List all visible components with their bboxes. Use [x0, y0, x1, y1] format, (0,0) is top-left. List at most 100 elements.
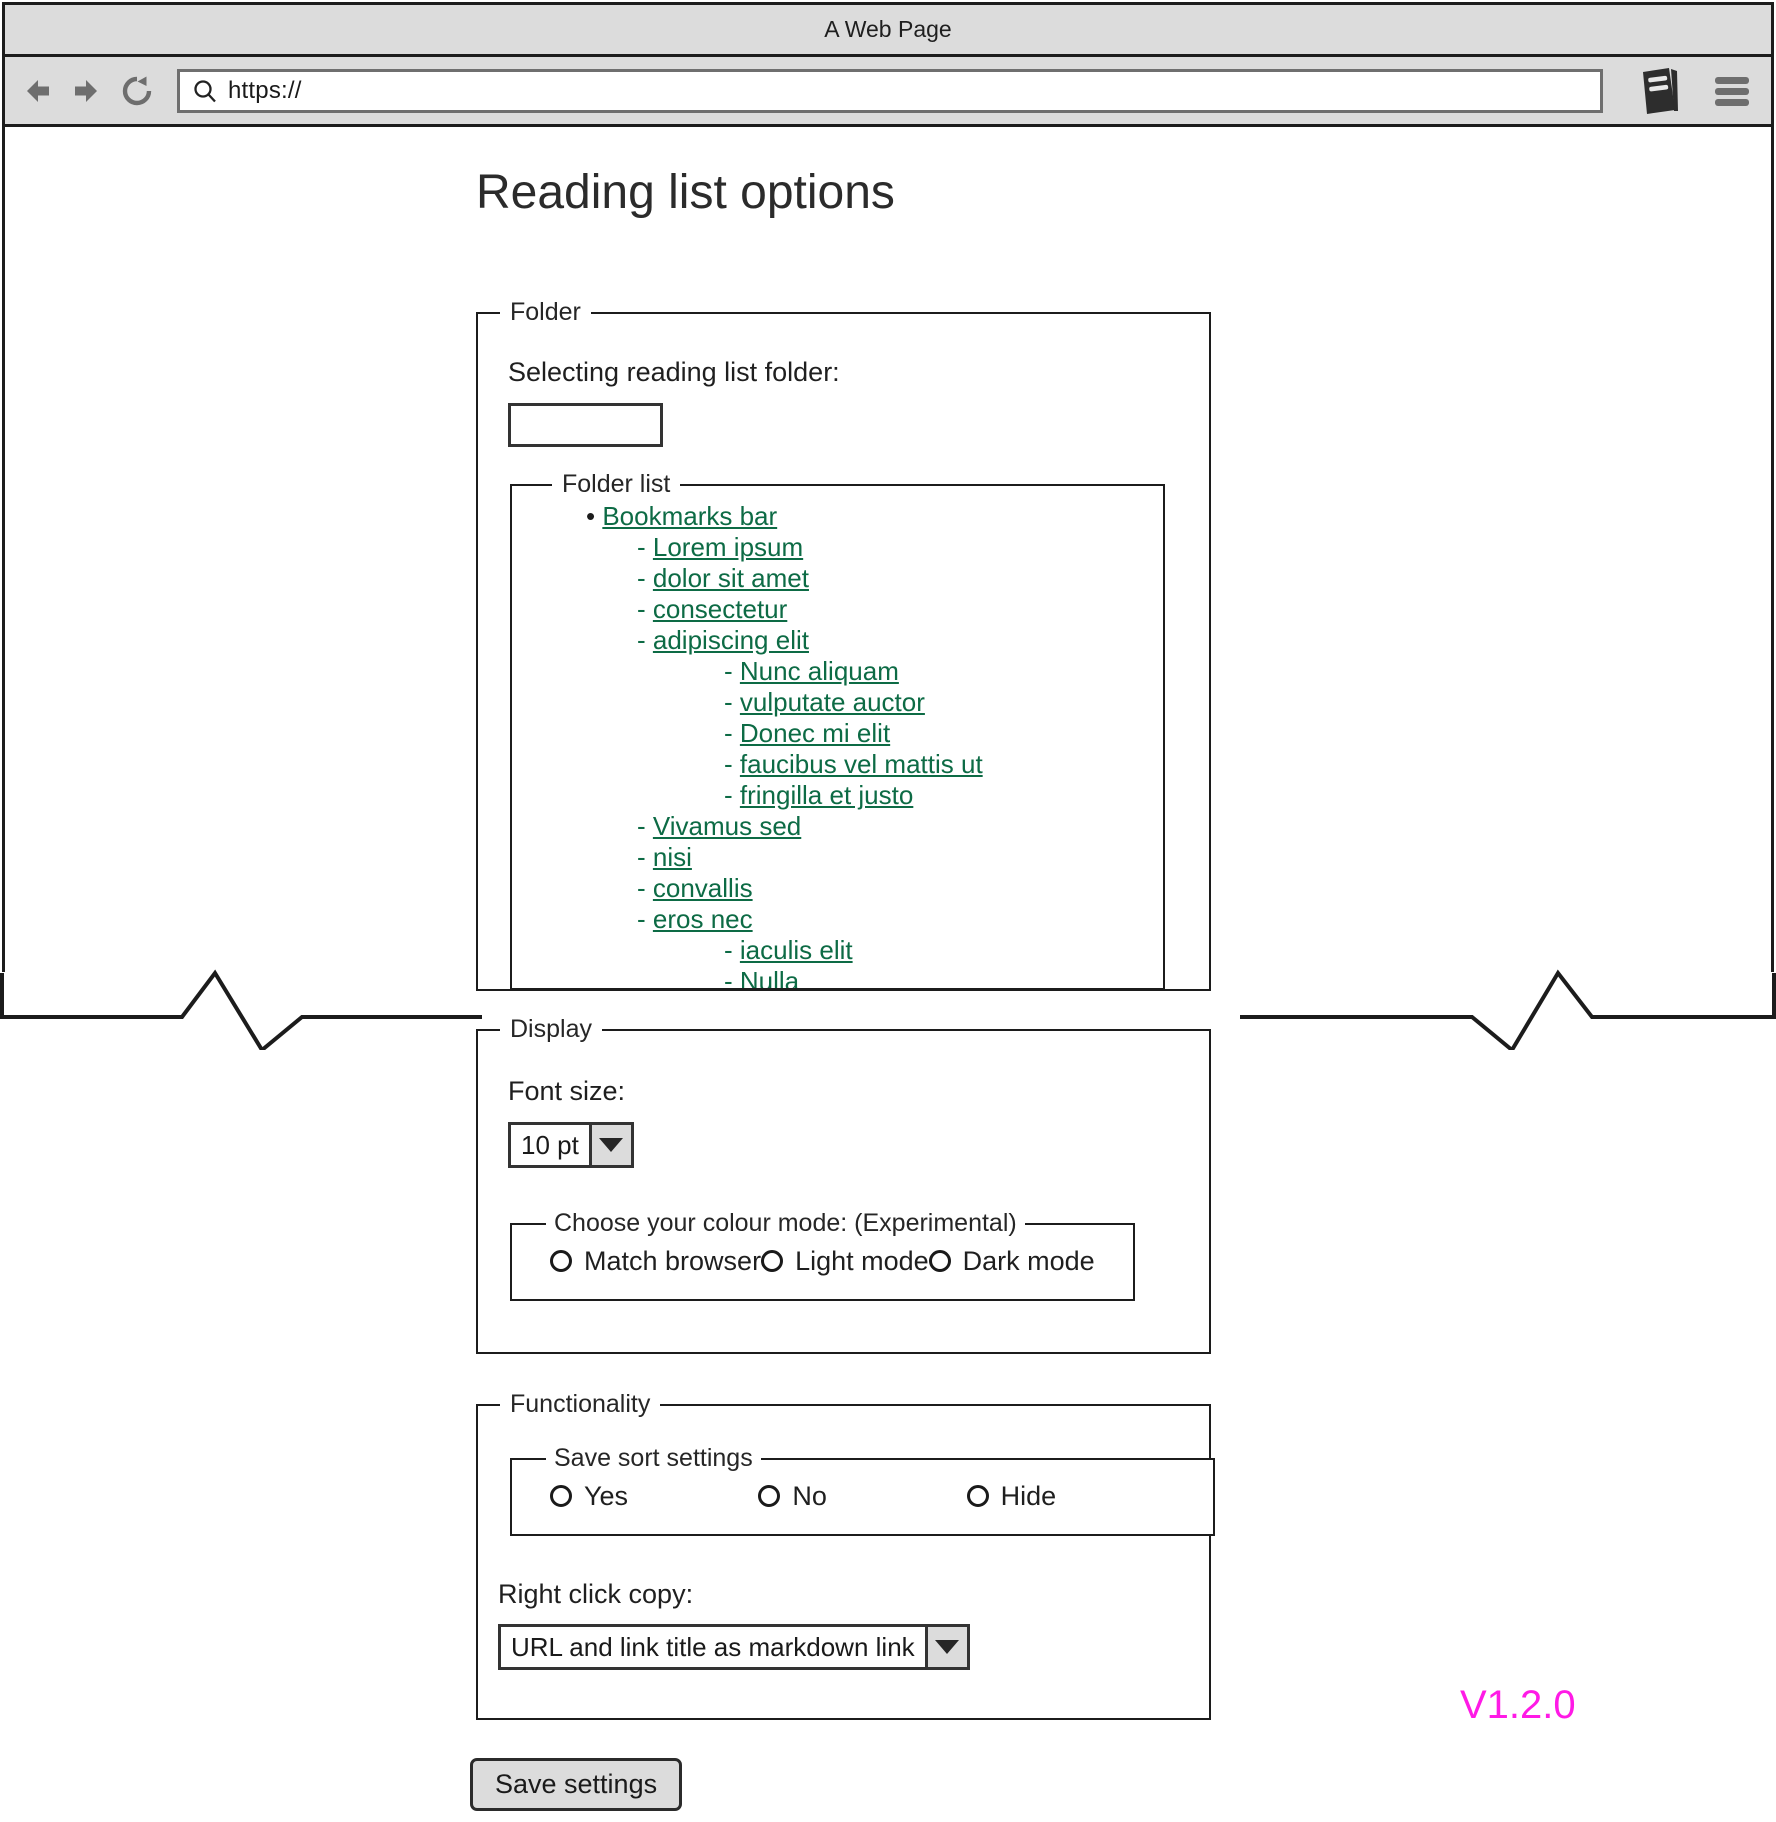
- folder-tree-marker: -: [724, 779, 740, 810]
- folder-tree-marker: -: [637, 562, 653, 593]
- folder-tree-marker: -: [637, 903, 653, 934]
- folder-tree-link[interactable]: Nulla: [740, 966, 799, 988]
- radio-option[interactable]: Dark mode: [928, 1245, 1095, 1277]
- page-title: Reading list options: [476, 166, 895, 219]
- radio-circle-icon[interactable]: [758, 1485, 781, 1508]
- folder-tree-link[interactable]: faucibus vel mattis ut: [740, 749, 983, 779]
- radio-option[interactable]: Hide: [966, 1480, 1175, 1512]
- folder-tree-item: - eros nec: [524, 904, 1151, 935]
- folder-tree-marker: -: [724, 686, 740, 717]
- radio-option[interactable]: No: [758, 1481, 966, 1512]
- folder-tree-marker: -: [724, 934, 740, 965]
- radio-option[interactable]: Light mode: [761, 1246, 929, 1277]
- folder-tree-link[interactable]: adipiscing elit: [653, 625, 809, 655]
- folder-tree-item: - fringilla et justo: [524, 780, 1151, 811]
- chevron-down-icon[interactable]: [588, 1125, 631, 1165]
- folder-tree-marker: -: [637, 531, 653, 562]
- radio-option-label: Dark mode: [962, 1245, 1095, 1276]
- radio-option[interactable]: Match browser: [550, 1246, 761, 1277]
- folder-tree-item: - nisi: [524, 842, 1151, 873]
- folder-tree-link[interactable]: eros nec: [653, 904, 753, 934]
- folder-tree-link[interactable]: Bookmarks bar: [602, 501, 777, 531]
- folder-tree-link[interactable]: vulputate auctor: [740, 687, 925, 717]
- folder-tree-marker: -: [637, 872, 653, 903]
- screenshot-root: A Web Page https:// Reading list options…: [0, 0, 1776, 1822]
- folder-tree-item: - dolor sit amet: [524, 563, 1151, 594]
- window-title: A Web Page: [824, 16, 952, 42]
- folder-tree-link[interactable]: Nunc aliquam: [740, 656, 899, 686]
- hamburger-menu-icon[interactable]: [1711, 73, 1753, 109]
- reload-icon[interactable]: [119, 73, 155, 109]
- folder-tree-marker: •: [586, 500, 603, 531]
- address-bar[interactable]: https://: [177, 68, 1603, 113]
- folder-select-label: Selecting reading list folder:: [508, 357, 840, 387]
- folder-tree-item: - vulputate auctor: [524, 687, 1151, 718]
- display-section: Display Font size: 10 pt Choose your col…: [476, 1015, 1211, 1354]
- folder-tree-link[interactable]: Donec mi elit: [740, 718, 890, 748]
- version-label: V1.2.0: [1460, 1683, 1576, 1727]
- font-size-select[interactable]: 10 pt: [508, 1122, 634, 1168]
- radio-option-label: Match browser: [584, 1245, 762, 1276]
- folder-tree: • Bookmarks bar - Lorem ipsum - dolor sit…: [524, 500, 1151, 988]
- chevron-down-icon[interactable]: [924, 1627, 967, 1667]
- folder-tree-item: - Donec mi elit: [524, 718, 1151, 749]
- colour-mode-legend: Choose your colour mode: (Experimental): [554, 1209, 1017, 1237]
- font-size-label: Font size:: [508, 1076, 626, 1106]
- right-click-copy-select[interactable]: URL and link title as markdown link: [498, 1624, 970, 1670]
- save-sort-settings-section: Save sort settings Yes No Hide: [510, 1444, 1215, 1536]
- folder-tree-link[interactable]: Lorem ipsum: [653, 532, 803, 562]
- folder-tree-item: - Nunc aliquam: [524, 656, 1151, 687]
- radio-circle-icon[interactable]: [761, 1250, 784, 1273]
- browser-titlebar: A Web Page: [5, 5, 1771, 57]
- back-arrow-icon[interactable]: [19, 73, 55, 109]
- folder-tree-item: - faucibus vel mattis ut: [524, 749, 1151, 780]
- folder-tree-marker: -: [724, 655, 740, 686]
- radio-option-label: Hide: [1000, 1480, 1057, 1511]
- folder-tree-item: - consectetur: [524, 594, 1151, 625]
- folder-tree-link[interactable]: dolor sit amet: [653, 563, 809, 593]
- browser-toolbar: https://: [5, 57, 1771, 127]
- folder-tree-link[interactable]: iaculis elit: [740, 935, 853, 965]
- folder-tree-item: - adipiscing elit: [524, 625, 1151, 656]
- folder-section-legend: Folder: [510, 298, 581, 326]
- folder-tree-marker: -: [724, 717, 740, 748]
- folder-tree-link[interactable]: fringilla et justo: [740, 780, 913, 810]
- radio-circle-icon[interactable]: [966, 1485, 989, 1508]
- right-click-copy-label: Right click copy:: [498, 1579, 694, 1609]
- folder-list-legend: Folder list: [562, 470, 671, 498]
- radio-option[interactable]: Yes: [550, 1481, 758, 1512]
- folder-tree-link[interactable]: convallis: [653, 873, 753, 903]
- save-settings-button[interactable]: Save settings: [470, 1758, 683, 1811]
- book-icon[interactable]: [1633, 66, 1683, 116]
- folder-tree-item: - Vivamus sed: [524, 811, 1151, 842]
- folder-tree-marker: -: [724, 748, 740, 779]
- navigation-buttons: [19, 73, 155, 109]
- radio-circle-icon[interactable]: [550, 1250, 572, 1273]
- folder-name-input[interactable]: [508, 403, 663, 447]
- radio-option-label: Yes: [584, 1480, 629, 1511]
- folder-tree-item: - iaculis elit: [524, 935, 1151, 966]
- font-size-value: 10 pt: [521, 1129, 579, 1160]
- folder-tree-link[interactable]: nisi: [653, 842, 692, 872]
- radio-option-label: No: [792, 1480, 827, 1511]
- save-sort-settings-legend: Save sort settings: [554, 1444, 753, 1472]
- colour-mode-radio-group: Match browser Light mode Dark mode: [524, 1239, 1121, 1284]
- folder-tree-marker: -: [637, 624, 653, 655]
- radio-circle-icon[interactable]: [928, 1250, 951, 1273]
- folder-tree-item: - Nulla: [524, 966, 1151, 988]
- folder-tree-item: - Lorem ipsum: [524, 532, 1151, 563]
- folder-section: Folder Selecting reading list folder: Fo…: [476, 298, 1211, 991]
- folder-list-section: Folder list • Bookmarks bar - Lorem ipsum…: [510, 470, 1165, 990]
- folder-tree-link[interactable]: consectetur: [653, 594, 787, 624]
- colour-mode-section: Choose your colour mode: (Experimental) …: [510, 1209, 1135, 1301]
- forward-arrow-icon[interactable]: [69, 73, 105, 109]
- functionality-section: Functionality Save sort settings Yes No Hi…: [476, 1390, 1215, 1720]
- functionality-section-legend: Functionality: [510, 1390, 651, 1418]
- folder-tree-item: - convallis: [524, 873, 1151, 904]
- folder-tree-marker: -: [637, 841, 653, 872]
- radio-circle-icon[interactable]: [550, 1485, 572, 1508]
- search-icon: [192, 78, 218, 104]
- save-sort-radio-group: Yes No Hide: [524, 1474, 1201, 1519]
- folder-tree-marker: -: [637, 593, 653, 624]
- folder-tree-link[interactable]: Vivamus sed: [653, 811, 801, 841]
